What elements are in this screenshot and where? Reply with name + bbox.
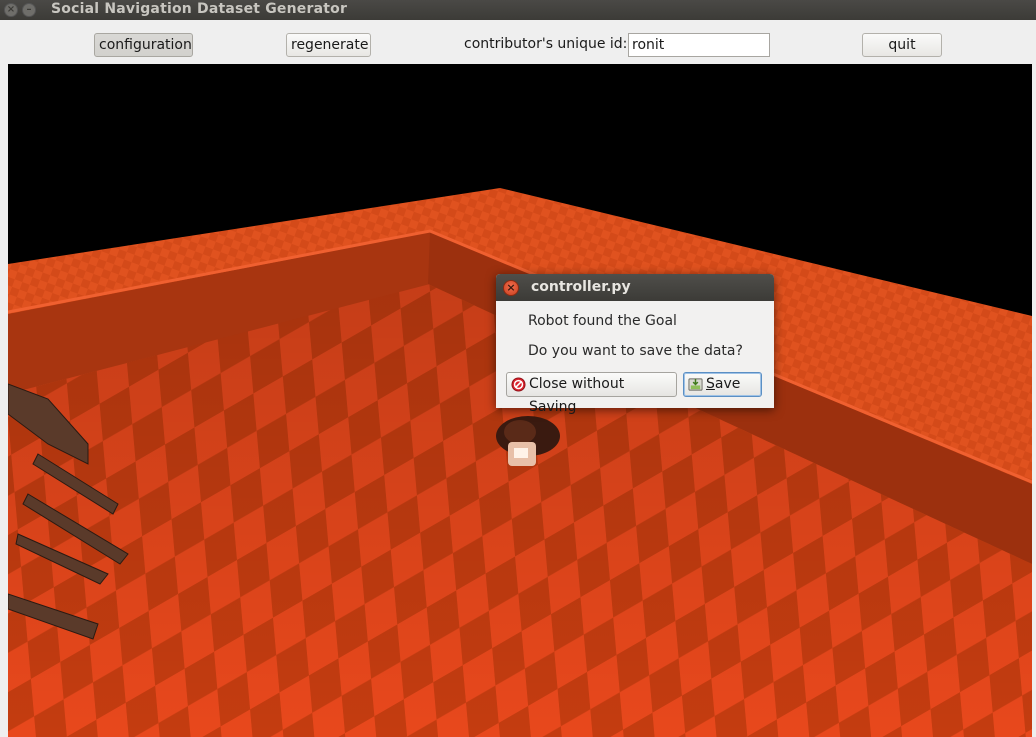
save-label: Save <box>706 376 741 392</box>
contributor-id-input[interactable]: ronit <box>628 33 770 57</box>
window-close-button[interactable]: × <box>4 3 18 17</box>
contributor-id-label: contributor's unique id: <box>464 36 628 52</box>
save-button[interactable]: Save <box>683 372 762 397</box>
toolbar: configuration regenerate contributor's u… <box>0 20 1036 64</box>
dialog-title: controller.py <box>531 279 631 295</box>
no-entry-icon <box>511 377 526 392</box>
window-title: Social Navigation Dataset Generator <box>51 1 348 17</box>
dialog-message-save-question: Do you want to save the data? <box>528 343 743 359</box>
dialog-message-found-goal: Robot found the Goal <box>528 313 677 329</box>
dialog-title-bar: × controller.py <box>496 274 774 301</box>
dialog-close-button[interactable]: × <box>503 280 519 296</box>
regenerate-button[interactable]: regenerate <box>286 33 371 57</box>
quit-button[interactable]: quit <box>862 33 942 57</box>
window-minimize-button[interactable]: – <box>22 3 36 17</box>
close-without-saving-button[interactable]: Close without Saving <box>506 372 677 415</box>
window-title-bar: × – Social Navigation Dataset Generator <box>0 0 1036 20</box>
save-icon <box>688 378 703 391</box>
save-data-dialog: × controller.py Robot found the Goal Do … <box>496 274 774 415</box>
configuration-button[interactable]: configuration <box>94 33 193 57</box>
